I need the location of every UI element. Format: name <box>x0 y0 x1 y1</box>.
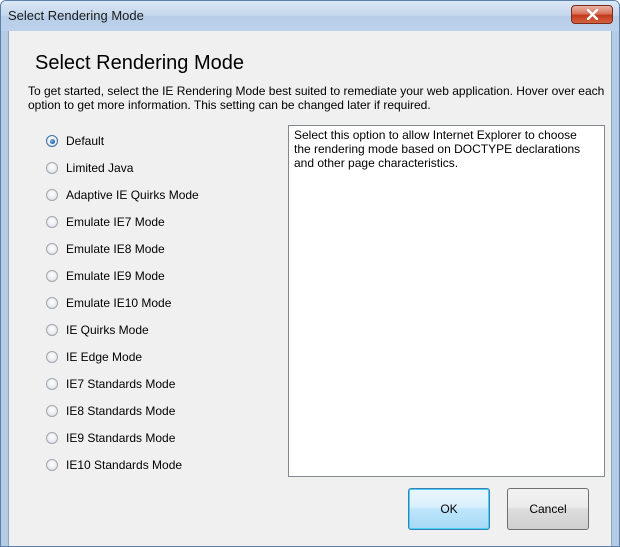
radio-button[interactable] <box>46 459 58 471</box>
option-label: IE7 Standards Mode <box>66 377 176 391</box>
title-bar[interactable]: Select Rendering Mode <box>1 1 619 31</box>
option-ie-quirks-mode[interactable]: IE Quirks Mode <box>46 321 149 339</box>
close-button[interactable] <box>571 5 613 24</box>
option-emulate-ie7-mode[interactable]: Emulate IE7 Mode <box>46 213 165 231</box>
option-label: Limited Java <box>66 161 134 175</box>
dialog-window: Select Rendering Mode Select Rendering M… <box>0 0 620 547</box>
option-adaptive-ie-quirks-mode[interactable]: Adaptive IE Quirks Mode <box>46 186 199 204</box>
option-emulate-ie9-mode[interactable]: Emulate IE9 Mode <box>46 267 165 285</box>
option-label: IE Quirks Mode <box>66 323 149 337</box>
option-limited-java[interactable]: Limited Java <box>46 159 133 177</box>
option-ie8-standards-mode[interactable]: IE8 Standards Mode <box>46 402 175 420</box>
radio-button[interactable] <box>46 162 58 174</box>
radio-button[interactable] <box>46 243 58 255</box>
ok-button[interactable]: OK <box>408 488 490 530</box>
option-info-text: Select this option to allow Internet Exp… <box>294 128 581 170</box>
option-label: Emulate IE9 Mode <box>66 269 165 283</box>
description-text: To get started, select the IE Rendering … <box>28 84 605 112</box>
option-ie7-standards-mode[interactable]: IE7 Standards Mode <box>46 375 175 393</box>
window-title: Select Rendering Mode <box>8 8 144 23</box>
radio-button[interactable] <box>46 378 58 390</box>
option-label: Emulate IE7 Mode <box>66 215 165 229</box>
radio-button[interactable] <box>46 189 58 201</box>
option-emulate-ie8-mode[interactable]: Emulate IE8 Mode <box>46 240 165 258</box>
radio-button[interactable] <box>46 216 58 228</box>
radio-button[interactable] <box>46 432 58 444</box>
radio-button[interactable] <box>46 297 58 309</box>
radio-button[interactable] <box>46 351 58 363</box>
radio-button[interactable] <box>46 405 58 417</box>
option-label: IE Edge Mode <box>66 350 143 364</box>
page-title: Select Rendering Mode <box>35 52 245 74</box>
option-label: IE10 Standards Mode <box>66 458 183 472</box>
option-emulate-ie10-mode[interactable]: Emulate IE10 Mode <box>46 294 171 312</box>
option-ie10-standards-mode[interactable]: IE10 Standards Mode <box>46 456 182 474</box>
option-label: Default <box>66 134 105 148</box>
option-default[interactable]: Default <box>46 132 104 150</box>
radio-button[interactable] <box>46 270 58 282</box>
option-label: IE8 Standards Mode <box>66 404 176 418</box>
option-label: Emulate IE8 Mode <box>66 242 165 256</box>
radio-button[interactable] <box>46 135 58 147</box>
dialog-body: Select Rendering Mode To get started, se… <box>8 31 612 546</box>
option-label: Adaptive IE Quirks Mode <box>66 188 199 202</box>
option-ie9-standards-mode[interactable]: IE9 Standards Mode <box>46 429 175 447</box>
cancel-button[interactable]: Cancel <box>507 488 589 530</box>
option-label: Emulate IE10 Mode <box>66 296 172 310</box>
radio-button[interactable] <box>46 324 58 336</box>
option-label: IE9 Standards Mode <box>66 431 176 445</box>
close-icon <box>586 9 599 20</box>
option-info-panel: Select this option to allow Internet Exp… <box>288 125 605 477</box>
option-ie-edge-mode[interactable]: IE Edge Mode <box>46 348 142 366</box>
